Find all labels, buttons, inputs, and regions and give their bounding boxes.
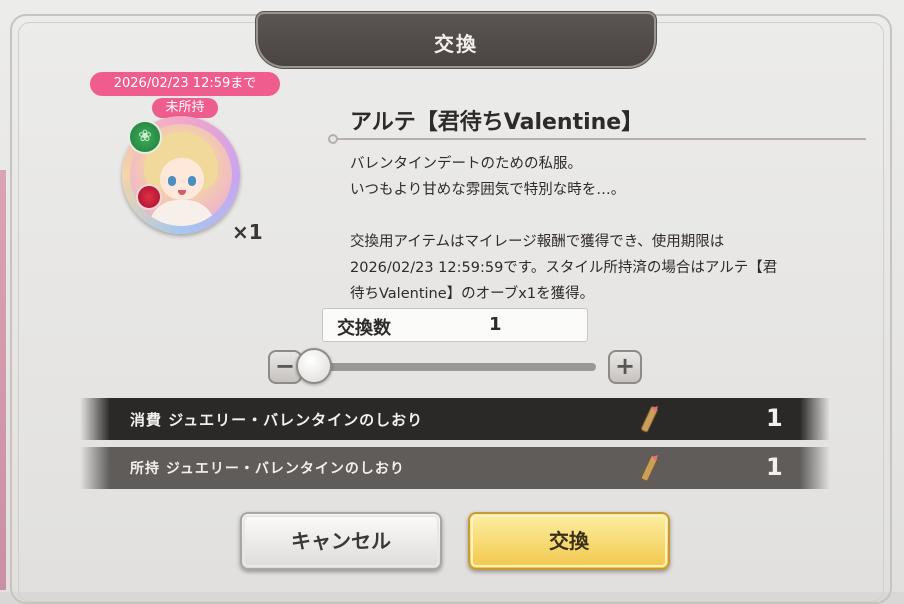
eye-left xyxy=(168,176,176,186)
bookmark-icon xyxy=(640,455,658,482)
not-owned-badge: 未所持 xyxy=(152,98,218,118)
owned-row: 所持 ジュエリー・バレンタインのしおり 1 xyxy=(80,447,830,489)
exchange-dialog: 交換 2026/02/23 12:59まで 未所持 ❀ ×1 アルテ【君待ちVa… xyxy=(0,0,904,604)
increase-button[interactable]: + xyxy=(608,350,642,384)
description-line: 交換用アイテムはマイレージ報酬で獲得でき、使用期限は xyxy=(350,234,725,250)
exchange-count-value: 1 xyxy=(489,314,502,335)
quantity-slider-thumb[interactable] xyxy=(296,348,332,384)
description-line: 2026/02/23 12:59:59です。スタイル所持済の場合はアルテ【君 xyxy=(350,260,778,276)
item-name: アルテ【君待ちValentine】 xyxy=(350,110,644,135)
eye-right xyxy=(188,176,196,186)
consume-value: 1 xyxy=(766,404,783,432)
description-line: いつもより甘めな雰囲気で特別な時を…。 xyxy=(350,182,626,198)
consume-row: 消費 ジュエリー・バレンタインのしおり 1 xyxy=(80,398,830,440)
exchange-count-label: 交換数 xyxy=(337,318,391,339)
wind-attribute-icon: ❀ xyxy=(128,120,162,154)
exchange-button[interactable]: 交換 xyxy=(468,512,670,570)
rose-icon xyxy=(136,184,162,210)
deadline-badge: 2026/02/23 12:59まで xyxy=(90,72,280,96)
owned-label: 所持 ジュエリー・バレンタインのしおり xyxy=(130,461,405,477)
owned-value: 1 xyxy=(766,453,783,481)
dialog-title: 交換 xyxy=(434,32,478,56)
title-banner: 交換 xyxy=(258,14,654,66)
cancel-button[interactable]: キャンセル xyxy=(240,512,442,570)
background-accent xyxy=(0,170,6,590)
exchange-count-box: 交換数 1 xyxy=(322,308,588,342)
item-quantity: ×1 xyxy=(232,220,263,244)
description-line: バレンタインデートのための私服。 xyxy=(350,156,582,172)
quantity-slider-track[interactable] xyxy=(300,363,596,371)
bookmark-icon xyxy=(640,406,658,433)
name-divider xyxy=(328,134,866,144)
description-line: 待ちValentine】のオーブx1を獲得。 xyxy=(350,286,595,302)
consume-label: 消費 ジュエリー・バレンタインのしおり xyxy=(130,411,424,429)
